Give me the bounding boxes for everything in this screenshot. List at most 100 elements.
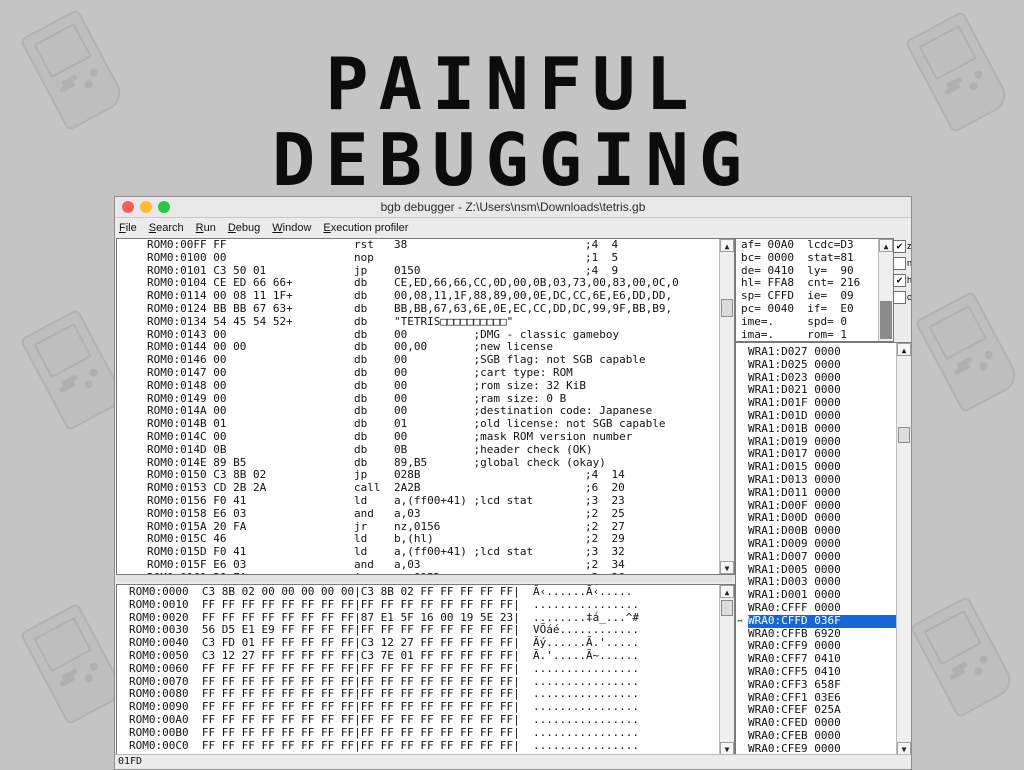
flag-h: ✔ h xyxy=(893,272,911,289)
memory-row[interactable]: ROM0:00A0 FF FF FF FF FF FF FF FF|FF FF … xyxy=(129,713,639,727)
scroll-down-icon[interactable]: ▼ xyxy=(720,561,734,574)
window-title: bgb debugger - Z:\Users\nsm\Downloads\te… xyxy=(380,200,646,214)
flag-checkbox[interactable] xyxy=(893,257,906,270)
disassembly-mnemonic: db xyxy=(354,314,368,328)
scroll-up-icon[interactable]: ▲ xyxy=(897,343,911,356)
flags-panel: ✔ z n ✔ h c xyxy=(893,238,912,306)
scroll-up-icon[interactable]: ▲ xyxy=(720,585,734,598)
flag-z: ✔ z xyxy=(893,238,912,255)
gameboy-watermark-icon xyxy=(914,290,1022,414)
disassembly-address: ROM0:0147 00 xyxy=(147,365,227,379)
memory-dump-panel[interactable]: ROM0:0000 C3 8B 02 00 00 00 00 00|C3 8B … xyxy=(116,584,735,756)
gameboy-watermark-icon xyxy=(19,308,127,432)
disassembly-operands: a,03 xyxy=(394,557,421,571)
stack-row[interactable]: WRA1:D025 0000 xyxy=(748,358,898,372)
disassembly-cycles: ;4 4 xyxy=(585,238,619,251)
stack-row[interactable]: WRA1:D007 0000 xyxy=(748,550,898,564)
stack-row[interactable]: WRA1:D027 0000 xyxy=(748,345,898,359)
stack-row[interactable]: WRA0:CFEB 0000 xyxy=(748,729,898,743)
memory-row[interactable]: ROM0:00B0 FF FF FF FF FF FF FF FF|FF FF … xyxy=(129,726,639,740)
headline-line-1: PAINFUL xyxy=(325,42,699,126)
disassembly-address: ROM0:0124 BB BB 67 63+ xyxy=(147,301,293,315)
disassembly-address: ROM0:0156 F0 41 xyxy=(147,493,247,507)
scroll-thumb[interactable] xyxy=(898,427,910,443)
close-window-button[interactable] xyxy=(122,201,134,213)
registers-panel: af= 00A0 lcdc=D3 bc= 0000 stat=81 de= 0410… xyxy=(735,238,894,342)
disassembly-cycles: ;3 23 xyxy=(585,493,625,507)
stack-row[interactable]: WRA0:CFED 0000 xyxy=(748,716,898,730)
flag-label: n xyxy=(907,258,912,268)
menu-search[interactable]: Search xyxy=(149,222,184,234)
memory-row[interactable]: ROM0:0060 FF FF FF FF FF FF FF FF|FF FF … xyxy=(129,662,639,676)
register-row: af= 00A0 lcdc=D3 xyxy=(741,238,854,251)
disassembly-address: ROM0:0158 E6 03 xyxy=(147,506,247,520)
menu-bar: File Search Run Debug Window Execution p… xyxy=(115,218,911,238)
memory-row[interactable]: ROM0:0010 FF FF FF FF FF FF FF FF|FF FF … xyxy=(129,598,639,612)
scroll-thumb[interactable] xyxy=(880,301,892,339)
disassembly-address: ROM0:0100 00 xyxy=(147,250,227,264)
memory-row[interactable]: ROM0:00C0 FF FF FF FF FF FF FF FF|FF FF … xyxy=(129,739,639,753)
flag-checkbox[interactable] xyxy=(893,291,906,304)
menu-debug[interactable]: Debug xyxy=(228,222,260,234)
scroll-up-icon[interactable]: ▲ xyxy=(720,239,734,252)
disassembly-address: ROM0:014D 0B xyxy=(147,442,227,456)
disassembly-operands: 38 xyxy=(394,238,408,251)
disassembly-operands: a,03 xyxy=(394,506,421,520)
disassembly-operands: 0B ;header check (OK) xyxy=(394,442,593,456)
disassembly-mnemonic: ld xyxy=(354,493,368,507)
disassembly-mnemonic: rst xyxy=(354,238,374,251)
register-row: pc= 0040 if= E0 xyxy=(741,301,854,315)
stack-row[interactable]: WRA0:CFFD 036F xyxy=(747,613,899,629)
flag-label: z xyxy=(907,241,912,251)
memory-row[interactable]: ROM0:0050 C3 12 27 FF FF FF FF FF|C3 7E … xyxy=(129,649,639,663)
stack-scrollbar[interactable]: ▲ ▼ xyxy=(896,343,911,755)
disassembly-mnemonic: ld xyxy=(354,545,368,559)
disassembly-address: ROM0:014C 00 xyxy=(147,429,227,443)
debugger-window: bgb debugger - Z:\Users\nsm\Downloads\te… xyxy=(114,196,912,770)
title-bar: bgb debugger - Z:\Users\nsm\Downloads\te… xyxy=(115,197,911,218)
stack-row[interactable]: WRA0:CFF3 658F xyxy=(748,678,898,692)
disassembly-address: ROM0:00FF FF xyxy=(147,238,227,251)
disassembly-address: ROM0:015D F0 41 xyxy=(147,545,247,559)
scroll-thumb[interactable] xyxy=(721,600,733,616)
disassembly-address: ROM0:0148 00 xyxy=(147,378,227,392)
flag-checkbox[interactable]: ✔ xyxy=(893,274,906,287)
menu-window[interactable]: Window xyxy=(272,222,311,234)
minimize-window-button[interactable] xyxy=(140,201,152,213)
disassembly-cycles: ;2 25 xyxy=(585,506,625,520)
panel-divider[interactable] xyxy=(116,575,733,582)
stack-row[interactable]: WRA0:CFF5 0410 xyxy=(748,665,898,679)
stack-row[interactable]: WRA1:D013 0000 xyxy=(748,473,898,487)
stack-row[interactable]: WRA1:D01B 0000 xyxy=(748,422,898,436)
stack-pointer-arrow-icon: ➡ xyxy=(737,616,744,627)
registers-scrollbar[interactable]: ▲ xyxy=(878,239,893,341)
stack-row[interactable]: WRA1:D009 0000 xyxy=(748,537,898,551)
disassembly-operands: 00 ;mask ROM version number xyxy=(394,429,633,443)
stack-row[interactable]: WRA1:D011 0000 xyxy=(748,486,898,500)
stack-panel[interactable]: ➡ WRA1:D027 0000 WRA1:D025 0000 WRA1:D023 … xyxy=(735,342,911,756)
zoom-window-button[interactable] xyxy=(158,201,170,213)
memory-row[interactable]: ROM0:0000 C3 8B 02 00 00 00 00 00|C3 8B … xyxy=(129,585,639,599)
flag-label: c xyxy=(907,292,912,302)
memory-scrollbar[interactable]: ▲ ▼ xyxy=(719,585,734,755)
stack-row[interactable]: WRA0:CFF7 0410 xyxy=(748,652,898,666)
disassembly-cycles: ;2 34 xyxy=(585,557,625,571)
stack-row[interactable]: WRA0:CFFF 0000 xyxy=(748,601,898,615)
disassembly-mnemonic: and xyxy=(354,506,374,520)
disassembly-panel[interactable]: ROM0:00FF FF rst 38 ;4 4 ROM0:0100 00 nop ;1 5… xyxy=(116,238,735,575)
menu-file[interactable]: File xyxy=(119,222,137,234)
scroll-thumb[interactable] xyxy=(721,299,733,317)
menu-run[interactable]: Run xyxy=(196,222,216,234)
disassembly-operands: "TETRIS□□□□□□□□□□" xyxy=(394,314,514,328)
menu-execution-profiler[interactable]: Execution profiler xyxy=(323,222,408,234)
disassembly-mnemonic: and xyxy=(354,557,374,571)
gameboy-watermark-icon xyxy=(909,595,1017,719)
gameboy-watermark-icon xyxy=(19,602,127,726)
disassembly-mnemonic: db xyxy=(354,429,368,443)
disassembly-scrollbar[interactable]: ▲ ▼ xyxy=(719,239,734,574)
disassembly-mnemonic: db xyxy=(354,442,368,456)
flag-checkbox[interactable]: ✔ xyxy=(893,240,906,253)
disassembly-address: ROM0:015F E6 03 xyxy=(147,557,247,571)
stack-row[interactable]: WRA1:D01D 0000 xyxy=(748,409,898,423)
scroll-up-icon[interactable]: ▲ xyxy=(879,239,893,252)
